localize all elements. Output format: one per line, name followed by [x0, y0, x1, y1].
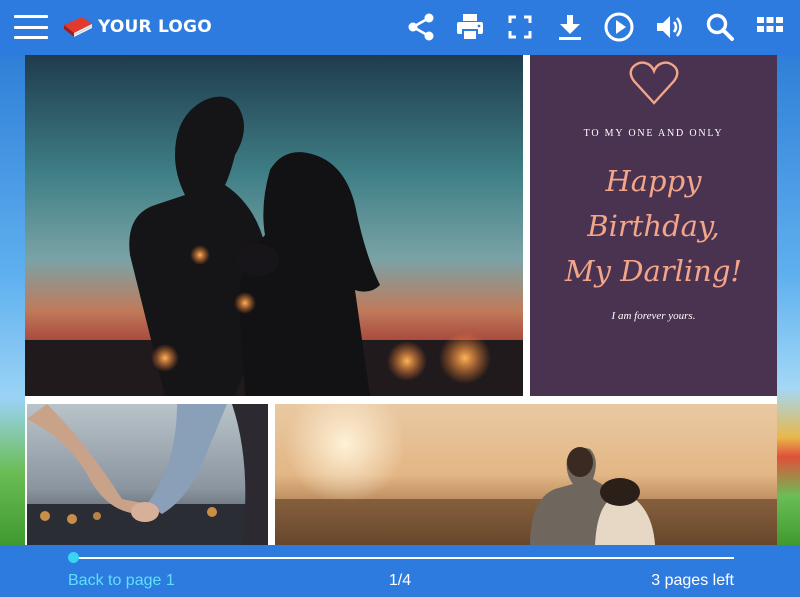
logo-text: YOUR LOGO: [98, 17, 212, 37]
logo[interactable]: YOUR LOGO: [62, 15, 212, 39]
background-scenery-right: [777, 55, 800, 545]
page-indicator: 1/4: [388, 572, 412, 589]
top-toolbar: YOUR LOGO: [0, 0, 800, 55]
thumbnails-icon[interactable]: [752, 9, 788, 45]
card-subtitle: TO MY ONE AND ONLY: [583, 128, 724, 139]
page-progress-handle[interactable]: [68, 552, 79, 563]
book-icon: [64, 17, 93, 37]
heart-icon: [629, 61, 679, 105]
card-title: Happy Birthday, My Darling!: [530, 159, 777, 294]
search-icon[interactable]: [702, 9, 738, 45]
fullscreen-icon[interactable]: [502, 9, 538, 45]
card-title-line: Happy: [605, 164, 702, 198]
page-progress-track[interactable]: [73, 557, 734, 559]
holding-hands-photo: [27, 404, 268, 545]
card-note: I am forever yours.: [611, 310, 696, 322]
card-title-line: Birthday,: [587, 209, 720, 243]
book-page[interactable]: TO MY ONE AND ONLY Happy Birthday, My Da…: [25, 55, 777, 545]
share-icon[interactable]: [403, 9, 439, 45]
print-icon[interactable]: [452, 9, 488, 45]
card-title-line: My Darling!: [564, 254, 743, 288]
couple-field-photo: [275, 404, 777, 545]
book-stage: TO MY ONE AND ONLY Happy Birthday, My Da…: [0, 55, 800, 545]
birthday-card: TO MY ONE AND ONLY Happy Birthday, My Da…: [530, 55, 777, 396]
menu-icon[interactable]: [14, 15, 48, 39]
pages-left-label: 3 pages left: [651, 572, 734, 589]
autoplay-icon[interactable]: [601, 9, 637, 45]
bottom-navigation: Back to page 1 1/4 3 pages left: [0, 545, 800, 597]
back-to-first-page-link[interactable]: Back to page 1: [68, 572, 175, 590]
sound-icon[interactable]: [652, 9, 688, 45]
download-icon[interactable]: [552, 9, 588, 45]
background-scenery-left: [0, 55, 25, 545]
couple-sunset-photo: [25, 55, 523, 396]
